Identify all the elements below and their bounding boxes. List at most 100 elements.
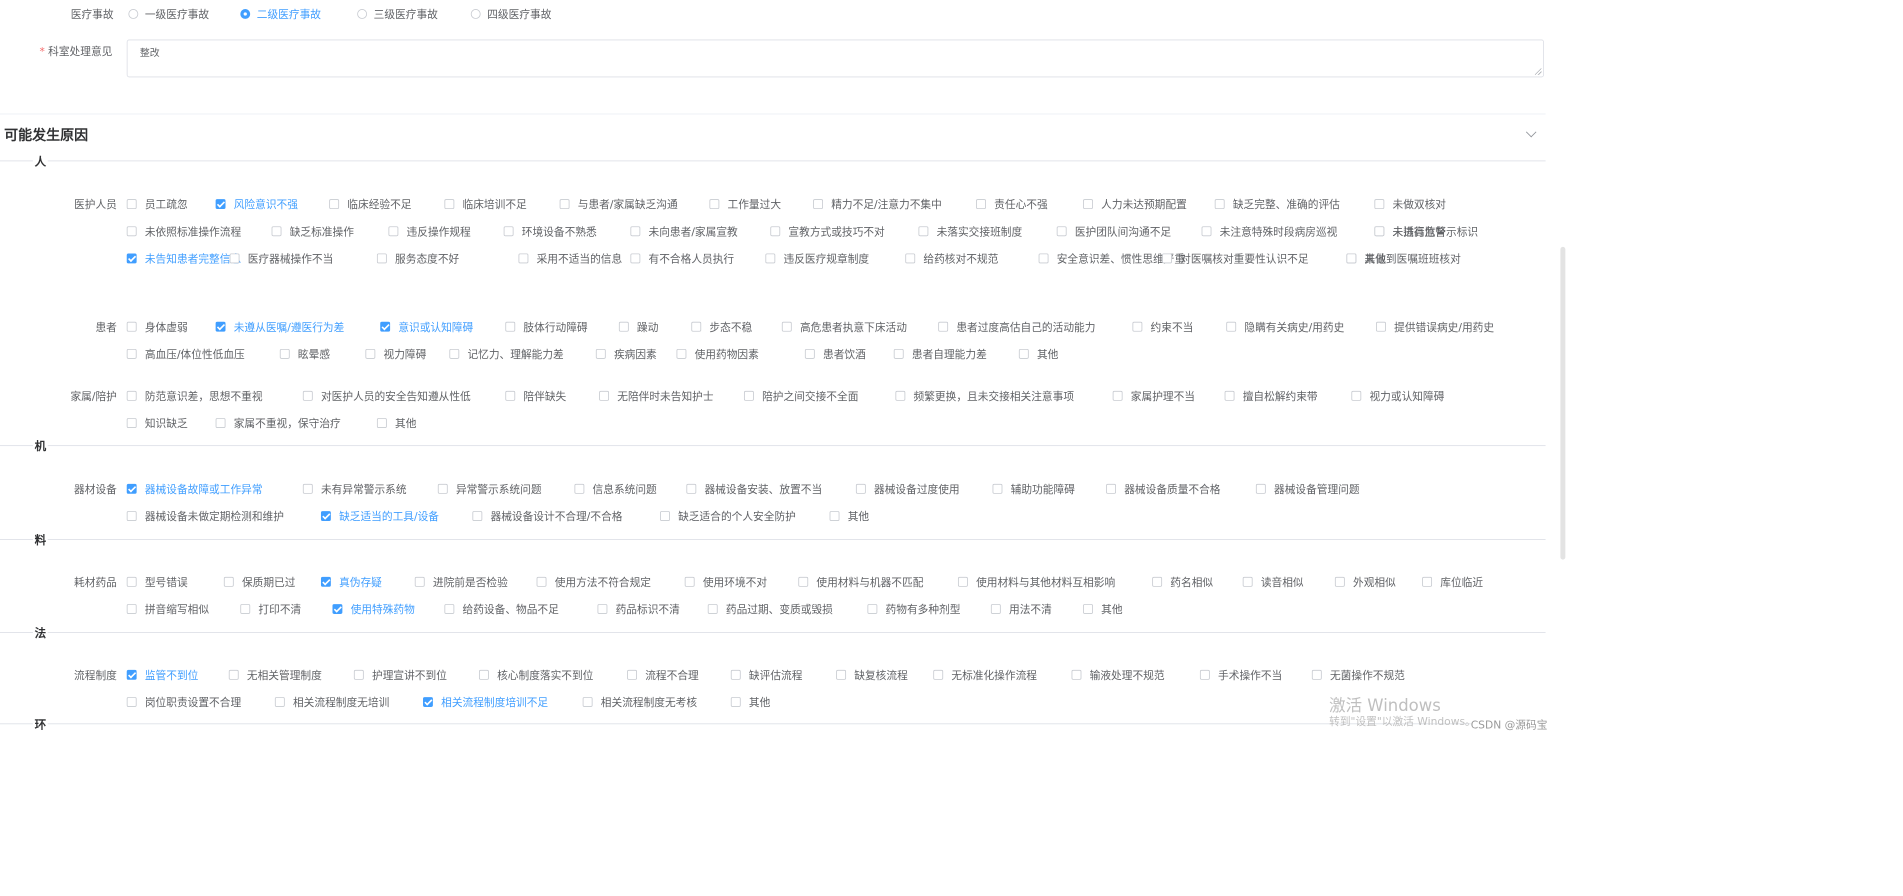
cause-checkbox[interactable]: 隐瞒有关病史/用药史	[1226, 319, 1344, 334]
cause-checkbox[interactable]: 其他	[1346, 250, 1386, 266]
cause-checkbox[interactable]: 使用特殊药物	[332, 601, 415, 616]
cause-checkbox[interactable]: 其他	[1018, 346, 1058, 361]
cause-checkbox[interactable]: 精力不足/注意力不集中	[813, 196, 942, 212]
cause-checkbox[interactable]: 意识或认知障碍	[380, 319, 473, 334]
accident-radio-option[interactable]: 四级医疗事故	[470, 6, 551, 22]
cause-checkbox[interactable]: 无菌操作不规范	[1311, 667, 1405, 682]
cause-checkbox[interactable]: 相关流程制度无考核	[582, 694, 697, 709]
cause-checkbox[interactable]: 其他	[376, 415, 416, 430]
cause-checkbox[interactable]: 患者饮酒	[804, 346, 866, 361]
cause-checkbox[interactable]: 风险意识不强	[215, 196, 298, 212]
cause-checkbox[interactable]: 器械设备质量不合格	[1106, 481, 1221, 496]
cause-checkbox[interactable]: 缺复核流程	[836, 667, 908, 682]
cause-checkbox[interactable]: 外观相似	[1334, 574, 1396, 589]
cause-checkbox[interactable]: 躁动	[618, 319, 658, 334]
cause-checkbox[interactable]: 缺乏完整、准确的评估	[1214, 196, 1340, 212]
cause-checkbox[interactable]: 无标准化操作流程	[933, 667, 1037, 682]
cause-checkbox[interactable]: 工作量过大	[709, 196, 781, 212]
cause-checkbox[interactable]: 身体虚弱	[126, 319, 188, 334]
cause-checkbox[interactable]: 缺乏适合的个人安全防护	[660, 508, 796, 523]
accident-radio-option[interactable]: 一级医疗事故	[128, 6, 209, 22]
cause-checkbox[interactable]: 使用环境不对	[684, 574, 767, 589]
cause-checkbox[interactable]: 相关流程制度无培训	[274, 694, 389, 709]
cause-checkbox[interactable]: 临床经验不足	[329, 196, 412, 212]
cause-checkbox[interactable]: 器械设备设计不合理/不合格	[472, 508, 623, 523]
cause-checkbox[interactable]: 高血压/体位性低血压	[126, 346, 245, 361]
cause-checkbox[interactable]: 临床培训不足	[444, 196, 527, 212]
cause-checkbox[interactable]: 环境设备不熟悉	[503, 223, 597, 239]
cause-checkbox[interactable]: 患者自理能力差	[893, 346, 987, 361]
cause-checkbox[interactable]: 视力或认知障碍	[1351, 388, 1444, 403]
cause-checkbox[interactable]: 输液处理不规范	[1071, 667, 1165, 682]
cause-checkbox[interactable]: 员工疏忽	[126, 196, 188, 212]
cause-checkbox[interactable]: 未告知患者完整信息	[126, 250, 241, 266]
cause-checkbox[interactable]: 真伪存疑	[320, 574, 382, 589]
cause-checkbox[interactable]: 辅助功能障碍	[992, 481, 1075, 496]
cause-checkbox[interactable]: 对医护人员的安全告知遵从性低	[302, 388, 471, 403]
cause-checkbox[interactable]: 高危患者执意下床活动	[781, 319, 907, 334]
cause-checkbox[interactable]: 未有异常警示系统	[302, 481, 407, 496]
chevron-down-icon[interactable]	[1525, 126, 1537, 138]
cause-checkbox[interactable]: 知识缺乏	[126, 415, 188, 430]
cause-checkbox[interactable]: 眩晕感	[279, 346, 330, 361]
cause-checkbox[interactable]: 提供错误病史/用药史	[1376, 319, 1494, 334]
accident-radio-option[interactable]: 二级医疗事故	[240, 6, 321, 22]
dept-opinion-textarea[interactable]: 整改	[126, 39, 1544, 78]
cause-checkbox[interactable]: 器械设备故障或工作异常	[126, 481, 263, 496]
cause-checkbox[interactable]: 药品标识不清	[597, 601, 680, 616]
cause-checkbox[interactable]: 肢体行动障碍	[505, 319, 588, 334]
resize-handle-icon[interactable]	[1534, 68, 1542, 75]
cause-checkbox[interactable]: 用法不清	[990, 601, 1052, 616]
cause-checkbox[interactable]: 监管不到位	[126, 667, 198, 682]
cause-checkbox[interactable]: 使用方法不符合规定	[536, 574, 651, 589]
cause-checkbox[interactable]: 家属不重视，保守治疗	[215, 415, 341, 430]
cause-checkbox[interactable]: 服务态度不好	[376, 250, 459, 266]
cause-checkbox[interactable]: 未注意特殊时段病房巡视	[1201, 223, 1337, 239]
cause-checkbox[interactable]: 无陪伴时未告知护士	[599, 388, 714, 403]
cause-checkbox[interactable]: 使用材料与其他材料互相影响	[957, 574, 1115, 589]
cause-checkbox[interactable]: 异常警示系统问题	[437, 481, 542, 496]
cause-checkbox[interactable]: 流程不合理	[627, 667, 699, 682]
cause-checkbox[interactable]: 对医嘱核对重要性认识不足	[1162, 250, 1309, 266]
cause-checkbox[interactable]: 进院前是否检验	[414, 574, 508, 589]
cause-checkbox[interactable]: 缺乏标准操作	[271, 223, 354, 239]
cause-checkbox[interactable]: 陪伴缺失	[505, 388, 566, 403]
cause-checkbox[interactable]: 责任心不强	[976, 196, 1048, 212]
cause-checkbox[interactable]: 使用材料与机器不匹配	[798, 574, 923, 589]
cause-checkbox[interactable]: 家属护理不当	[1112, 388, 1195, 403]
cause-checkbox[interactable]: 其他	[829, 508, 869, 523]
cause-checkbox[interactable]: 采用不适当的信息	[518, 250, 622, 266]
cause-checkbox[interactable]: 库位临近	[1422, 574, 1483, 589]
cause-checkbox[interactable]: 打印不清	[240, 601, 301, 616]
cause-checkbox[interactable]: 器械设备过度使用	[855, 481, 960, 496]
cause-checkbox[interactable]: 相关流程制度培训不足	[423, 694, 548, 709]
cause-checkbox[interactable]: 医疗器械操作不当	[229, 250, 333, 266]
cause-checkbox[interactable]: 违反操作规程	[388, 223, 471, 239]
cause-checkbox[interactable]: 信息系统问题	[574, 481, 657, 496]
cause-checkbox[interactable]: 有不合格人员执行	[630, 250, 734, 266]
cause-checkbox[interactable]: 使用药物因素	[676, 346, 759, 361]
cause-checkbox[interactable]: 给药核对不规范	[905, 250, 998, 266]
cause-checkbox[interactable]: 视力障碍	[365, 346, 426, 361]
cause-checkbox[interactable]: 患者过度高估自己的活动能力	[938, 319, 1095, 334]
cause-checkbox[interactable]: 缺乏适当的工具/设备	[320, 508, 439, 523]
cause-checkbox[interactable]: 与患者/家属缺乏沟通	[559, 196, 678, 212]
cause-checkbox[interactable]: 未遵从医嘱/遵医行为差	[215, 319, 344, 334]
cause-checkbox[interactable]: 岗位职责设置不合理	[126, 694, 241, 709]
cause-checkbox[interactable]: 宣教方式或技巧不对	[770, 223, 885, 239]
accident-radio-option[interactable]: 三级医疗事故	[357, 6, 438, 22]
cause-checkbox[interactable]: 其他	[730, 694, 770, 709]
cause-checkbox[interactable]: 步态不稳	[691, 319, 752, 334]
cause-checkbox[interactable]: 药物有多种剂型	[867, 601, 960, 616]
cause-checkbox[interactable]: 型号错误	[126, 574, 188, 589]
cause-checkbox[interactable]: 护理宣讲不到位	[353, 667, 447, 682]
cause-checkbox[interactable]: 无相关管理制度	[228, 667, 322, 682]
cause-checkbox[interactable]: 缺评估流程	[730, 667, 802, 682]
cause-checkbox[interactable]: 未进行监督	[1374, 223, 1446, 239]
cause-checkbox[interactable]: 人力未达预期配置	[1083, 196, 1187, 212]
cause-checkbox[interactable]: 频繁更换，且未交接相关注意事项	[895, 388, 1074, 403]
cause-checkbox[interactable]: 医护团队间沟通不足	[1056, 223, 1171, 239]
cause-checkbox[interactable]: 未落实交接班制度	[918, 223, 1022, 239]
cause-checkbox[interactable]: 保质期已过	[223, 574, 295, 589]
cause-checkbox[interactable]: 未向患者/家属宣教	[630, 223, 738, 239]
